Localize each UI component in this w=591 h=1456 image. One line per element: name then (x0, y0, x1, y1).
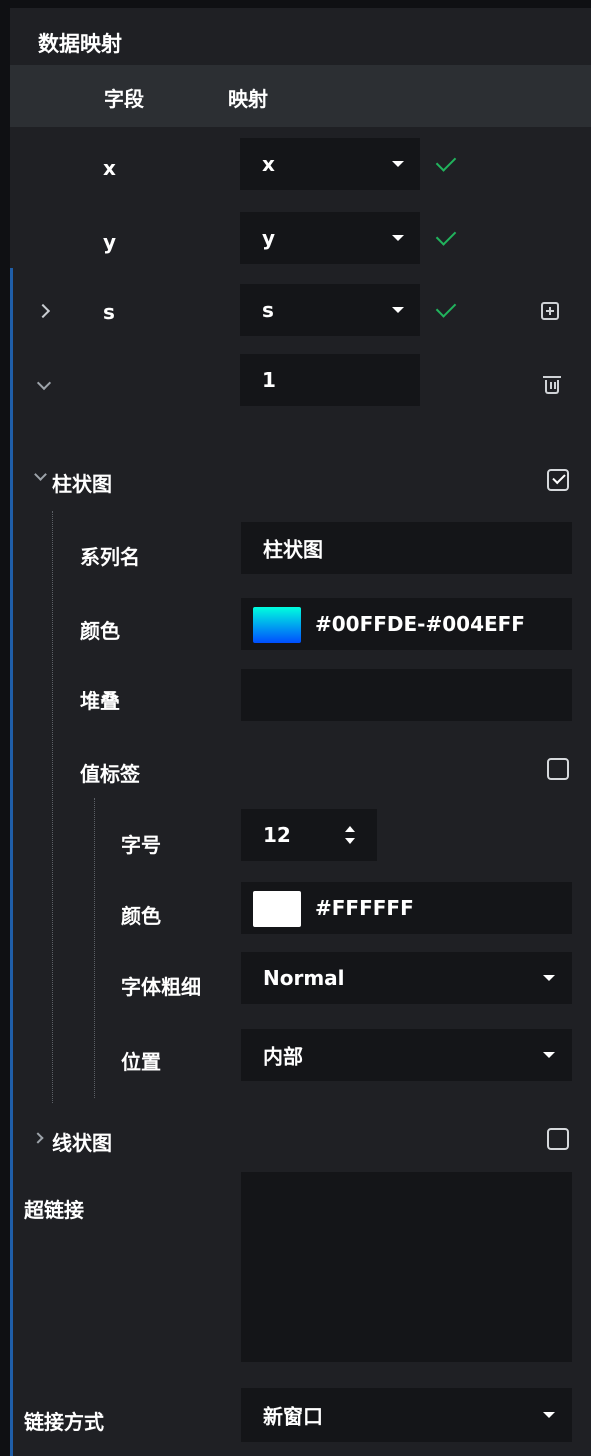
caret-down-icon (392, 307, 404, 313)
position-value: 内部 (263, 1044, 303, 1069)
data-mapping-panel: 数据映射 字段 映射 x x y y s s 1 柱状图 系列名 柱状图 颜色 (10, 8, 591, 1456)
stack-label: 堆叠 (80, 689, 120, 713)
extra-value-text: 1 (262, 368, 276, 392)
line-enable-checkbox[interactable] (547, 1128, 569, 1150)
bar-color-picker[interactable]: #00FFDE-#004EFF (241, 598, 572, 650)
check-icon (552, 470, 566, 485)
tree-guide-line (94, 798, 95, 1098)
hyperlink-textarea[interactable] (241, 1172, 572, 1362)
bar-enable-checkbox[interactable] (547, 469, 569, 491)
mapping-select-x[interactable]: x (240, 138, 420, 190)
stack-input[interactable] (241, 669, 572, 721)
value-label-title: 值标签 (80, 762, 140, 786)
label-color-picker[interactable]: #FFFFFF (241, 882, 572, 934)
add-icon[interactable] (541, 302, 559, 320)
color-swatch[interactable] (253, 607, 301, 643)
mapping-table-header: 字段 映射 (10, 65, 591, 127)
series-name-label: 系列名 (80, 545, 140, 569)
label-color-label: 颜色 (121, 904, 161, 928)
label-color-value: #FFFFFF (315, 896, 414, 920)
mapping-select-value: y (262, 226, 276, 250)
check-icon (435, 297, 457, 318)
field-label-s: s (103, 300, 115, 324)
delete-icon[interactable] (543, 376, 561, 394)
bar-color-label: 颜色 (80, 619, 120, 643)
accent-rail (10, 268, 13, 1456)
extra-value-input[interactable]: 1 (240, 354, 420, 406)
check-icon (435, 225, 457, 246)
tree-guide-line (52, 511, 53, 1103)
mapping-select-value: s (262, 298, 274, 322)
caret-down-icon (543, 1052, 555, 1058)
panel-title: 数据映射 (38, 32, 122, 56)
chevron-down-icon[interactable] (36, 375, 52, 391)
caret-down-icon (392, 235, 404, 241)
caret-down-icon (392, 161, 404, 167)
mapping-select-s[interactable]: s (240, 284, 420, 336)
hyperlink-label: 超链接 (24, 1198, 84, 1222)
chevron-down-icon[interactable] (34, 468, 47, 481)
bar-section-title[interactable]: 柱状图 (52, 468, 112, 497)
stepper-up-icon[interactable] (345, 826, 355, 832)
series-name-input[interactable]: 柱状图 (241, 522, 572, 574)
caret-down-icon (543, 975, 555, 981)
stepper-down-icon[interactable] (345, 838, 355, 844)
font-weight-select[interactable]: Normal (241, 952, 572, 1004)
column-header-field: 字段 (104, 87, 144, 111)
value-label-checkbox[interactable] (547, 758, 569, 780)
font-size-value: 12 (263, 823, 291, 847)
caret-down-icon (543, 1412, 555, 1418)
check-icon (435, 151, 457, 172)
link-mode-value: 新窗口 (263, 1404, 323, 1429)
chevron-right-icon[interactable] (32, 1132, 44, 1144)
mapping-select-y[interactable]: y (240, 212, 420, 264)
mapping-select-value: x (262, 152, 275, 176)
chevron-right-icon[interactable] (35, 303, 51, 319)
link-mode-select[interactable]: 新窗口 (241, 1388, 572, 1442)
column-header-mapping: 映射 (228, 87, 268, 111)
font-size-stepper[interactable]: 12 (241, 809, 377, 861)
color-swatch[interactable] (253, 891, 301, 927)
font-size-label: 字号 (121, 833, 161, 857)
font-weight-value: Normal (263, 966, 345, 990)
position-select[interactable]: 内部 (241, 1029, 572, 1081)
font-weight-label: 字体粗细 (121, 975, 201, 999)
bar-color-value: #00FFDE-#004EFF (315, 612, 525, 636)
link-mode-label: 链接方式 (24, 1410, 104, 1434)
position-label: 位置 (121, 1050, 161, 1074)
series-name-value: 柱状图 (263, 537, 323, 562)
field-label-y: y (103, 230, 117, 254)
line-section-title[interactable]: 线状图 (52, 1127, 112, 1156)
field-label-x: x (103, 156, 116, 180)
